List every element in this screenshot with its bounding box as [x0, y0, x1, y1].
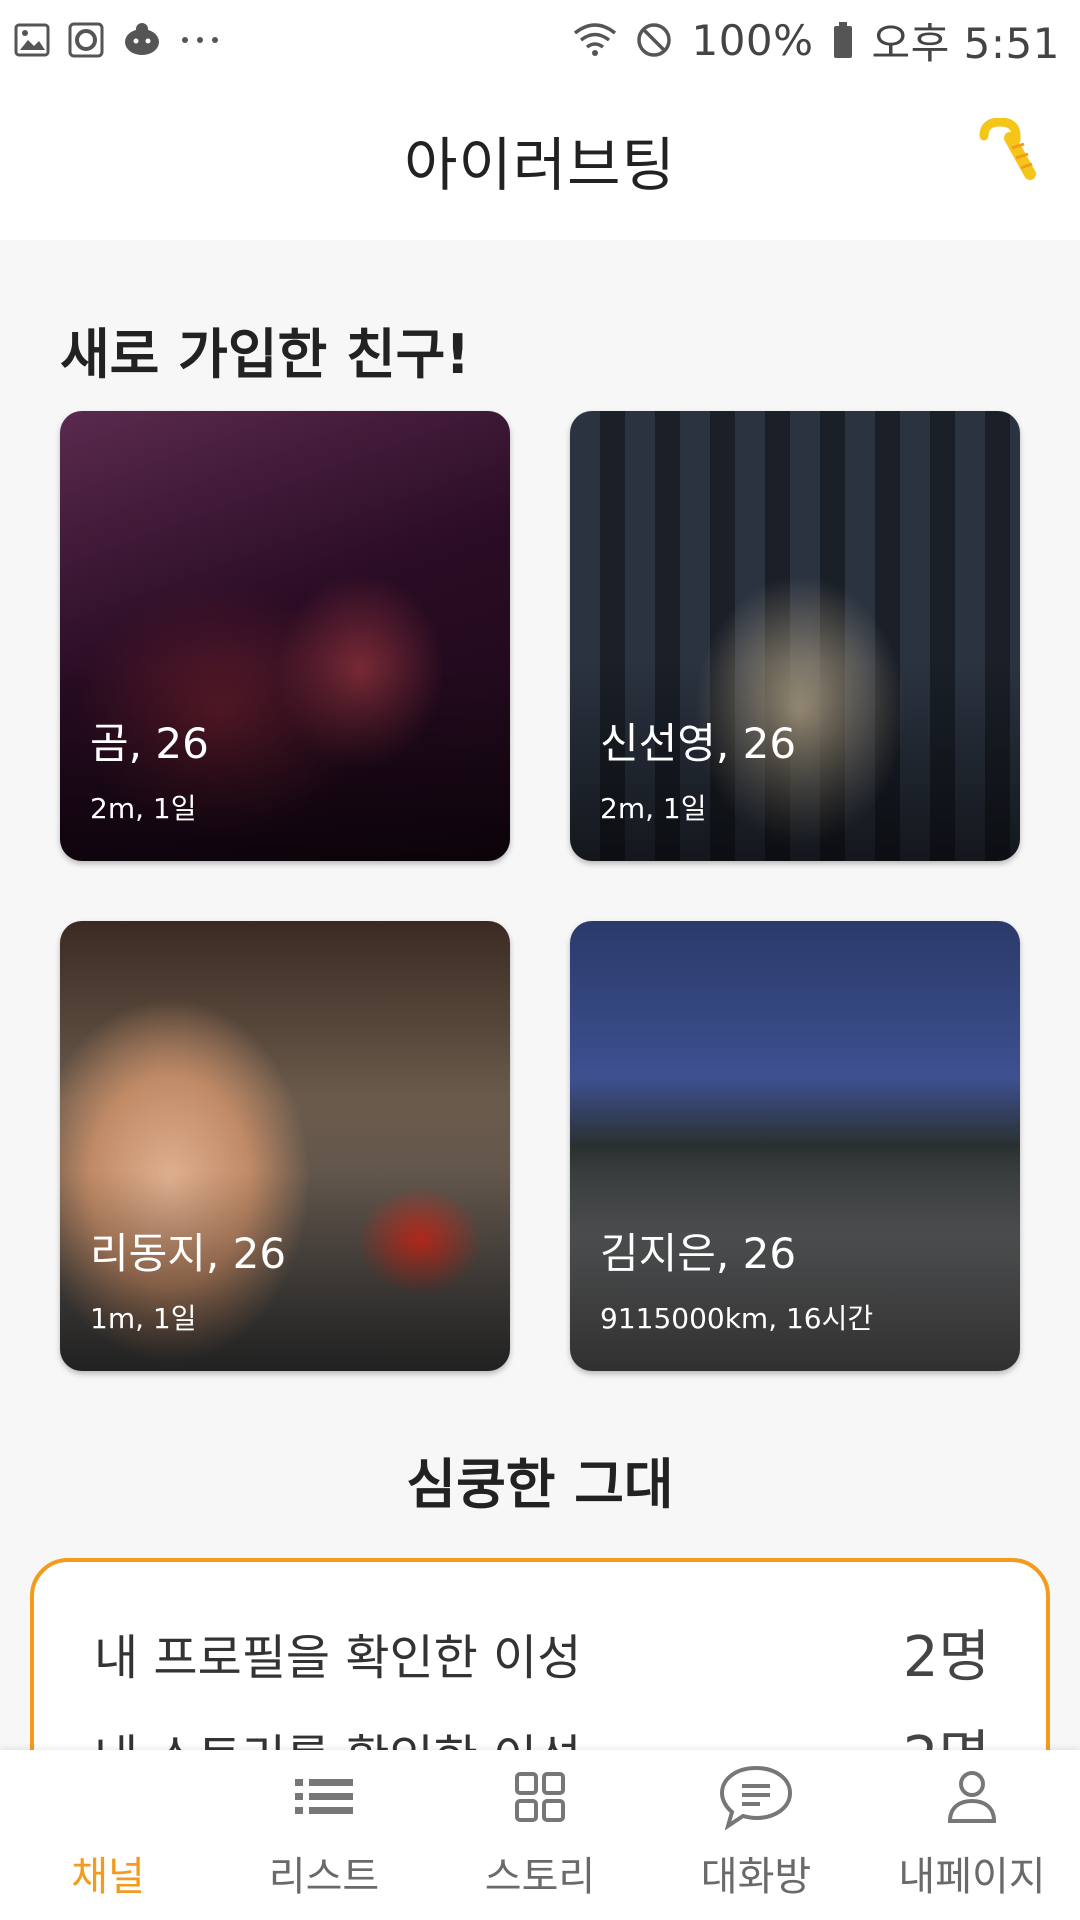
friend-name: 신선영, 26 — [600, 719, 797, 768]
new-friends-title: 새로 가입한 친구! — [60, 323, 470, 386]
nav-story[interactable]: 스토리 — [432, 1764, 648, 1902]
more-dots-icon — [180, 35, 220, 45]
image-icon — [14, 22, 50, 58]
battery-icon — [832, 21, 854, 59]
app-screen: 100% 오후 5:51 아이러브팅 새로 가입한 친구! 곰, 26 2m, … — [0, 0, 1080, 1920]
screen-record-icon — [68, 22, 104, 58]
friend-name: 곰, 26 — [90, 719, 209, 768]
bottom-nav: 채널 리스트 스토리 대화방 내페이지 — [0, 1750, 1080, 1920]
friend-meta: 2m, 1일 — [90, 792, 197, 825]
friend-meta: 2m, 1일 — [600, 792, 707, 825]
app-bar: 아이러브팅 — [0, 80, 1080, 240]
nav-label: 대화방 — [700, 1854, 812, 1900]
app-title: 아이러브팅 — [404, 131, 676, 199]
status-left-icons — [14, 22, 220, 58]
nav-label: 리스트 — [268, 1854, 380, 1900]
list-icon — [295, 1764, 353, 1830]
candy-icon — [974, 117, 1038, 194]
stat-label: 내 프로필을 확인한 이성 — [94, 1629, 582, 1686]
nav-label: 스토리 — [484, 1854, 596, 1900]
grid-icon — [514, 1764, 566, 1830]
profile-viewers-row[interactable]: 내 프로필을 확인한 이성 2명 — [94, 1612, 990, 1693]
stat-count: 2명 — [902, 1625, 990, 1690]
battery-percent: 100% — [691, 15, 814, 65]
nav-list[interactable]: 리스트 — [216, 1764, 432, 1902]
nav-label: 채널 — [71, 1854, 145, 1900]
nav-label: 내페이지 — [898, 1854, 1046, 1900]
friend-meta: 9115000km, 16시간 — [600, 1302, 874, 1335]
status-bar: 100% 오후 5:51 — [0, 0, 1080, 80]
friend-meta: 1m, 1일 — [90, 1302, 197, 1335]
nav-mypage[interactable]: 내페이지 — [864, 1764, 1080, 1902]
friend-card[interactable]: 곰, 26 2m, 1일 — [60, 411, 510, 861]
friend-card[interactable]: 김지은, 26 9115000km, 16시간 — [570, 921, 1020, 1371]
wifi-icon — [573, 21, 617, 59]
do-not-disturb-icon — [635, 21, 673, 59]
nav-chat[interactable]: 대화방 — [648, 1764, 864, 1902]
status-time: 오후 5:51 — [871, 18, 1060, 68]
friend-card[interactable]: 신선영, 26 2m, 1일 — [570, 411, 1020, 861]
friend-name: 리동지, 26 — [90, 1229, 287, 1278]
friend-name: 김지은, 26 — [600, 1229, 797, 1278]
person-icon — [946, 1764, 998, 1830]
nav-channel[interactable]: 채널 — [0, 1764, 216, 1902]
candy-button[interactable] — [966, 116, 1046, 196]
crush-title: 심쿵한 그대 — [406, 1453, 674, 1516]
emoji-icon — [122, 22, 162, 58]
status-right-icons: 100% 오후 5:51 — [573, 10, 1060, 71]
chat-icon — [718, 1764, 794, 1830]
friend-card[interactable]: 리동지, 26 1m, 1일 — [60, 921, 510, 1371]
